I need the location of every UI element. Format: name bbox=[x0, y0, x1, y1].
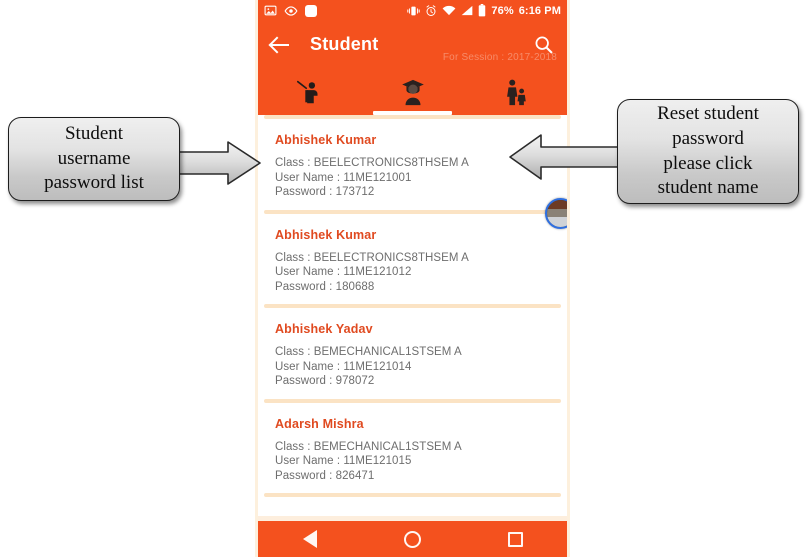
tab-student[interactable] bbox=[361, 68, 464, 115]
status-bar-right-icons: 76% 6:16 PM bbox=[407, 4, 561, 17]
right-callout-line-1: Reset student bbox=[657, 103, 759, 125]
student-password: Password : 978072 bbox=[275, 375, 375, 387]
student-name[interactable]: Abhishek Kumar bbox=[275, 228, 550, 242]
left-annotation-callout: Student username password list bbox=[8, 117, 180, 201]
status-bar: 76% 6:16 PM bbox=[258, 0, 567, 21]
student-name[interactable]: Adarsh Mishra bbox=[275, 417, 550, 431]
phone-screen: 76% 6:16 PM Student For Session : 2017-2… bbox=[255, 0, 570, 557]
nav-home-button[interactable] bbox=[392, 524, 434, 554]
student-password: Password : 180688 bbox=[275, 280, 375, 293]
right-callout-line-2: password bbox=[672, 127, 744, 149]
tab-teacher[interactable] bbox=[258, 68, 361, 115]
student-class: Class : BEMECHANICAL1STSEM A bbox=[275, 440, 462, 453]
tab-bar bbox=[258, 68, 567, 115]
recents-square-icon bbox=[508, 531, 523, 547]
parent-child-icon bbox=[506, 79, 526, 105]
clock: 6:16 PM bbox=[518, 4, 561, 17]
rounded-square-icon bbox=[305, 4, 317, 17]
left-callout-line-1: Student bbox=[64, 122, 124, 144]
right-pointing-arrow-icon bbox=[176, 141, 261, 185]
image-icon bbox=[264, 4, 277, 17]
nav-back-button[interactable] bbox=[289, 524, 331, 554]
wifi-icon bbox=[442, 5, 456, 16]
graduate-student-icon bbox=[401, 79, 424, 105]
table-row[interactable]: Abhishek Yadav Class : BEMECHANICAL1STSE… bbox=[258, 308, 567, 399]
student-username: User Name : 11ME121015 bbox=[275, 455, 412, 467]
search-icon[interactable] bbox=[533, 34, 554, 55]
back-triangle-icon bbox=[302, 530, 317, 548]
signal-icon bbox=[461, 5, 473, 16]
eye-icon bbox=[284, 5, 298, 16]
list-divider bbox=[264, 493, 561, 497]
tab-parent[interactable] bbox=[464, 68, 567, 115]
teacher-icon bbox=[296, 80, 317, 103]
screenshot-root: 76% 6:16 PM Student For Session : 2017-2… bbox=[0, 0, 806, 557]
battery-percent: 76% bbox=[491, 4, 514, 17]
student-password: Password : 826471 bbox=[275, 469, 375, 482]
nav-recents-button[interactable] bbox=[495, 524, 537, 554]
alarm-icon bbox=[425, 4, 437, 17]
right-annotation-callout: Reset student password please click stud… bbox=[617, 99, 799, 204]
student-name[interactable]: Abhishek Yadav bbox=[275, 322, 550, 336]
home-circle-icon bbox=[404, 530, 421, 548]
right-callout-line-4: student name bbox=[657, 177, 759, 199]
left-callout-line-3: password list bbox=[44, 172, 144, 194]
student-class: Class : BEMECHANICAL1STSEM A bbox=[275, 346, 462, 358]
table-row[interactable]: Adarsh Mishra Class : BEMECHANICAL1STSEM… bbox=[258, 403, 567, 494]
user-avatar-icon[interactable] bbox=[545, 198, 567, 229]
left-pointing-arrow-icon bbox=[509, 134, 623, 180]
left-callout-line-2: username bbox=[57, 147, 131, 169]
student-username: User Name : 11ME121012 bbox=[275, 266, 412, 278]
table-row[interactable]: Abhishek Kumar Class : BEELECTRONICS8THS… bbox=[258, 214, 567, 305]
vibrate-icon bbox=[407, 5, 421, 17]
student-class: Class : BEELECTRONICS8THSEM A bbox=[275, 251, 469, 264]
app-bar: Student For Session : 2017-2018 bbox=[258, 21, 567, 68]
student-username: User Name : 11ME121014 bbox=[275, 360, 412, 373]
back-arrow-icon[interactable] bbox=[269, 34, 291, 56]
student-password: Password : 173712 bbox=[275, 186, 375, 198]
battery-icon bbox=[478, 4, 486, 17]
right-callout-line-3: please click bbox=[663, 152, 753, 174]
page-title: Student bbox=[310, 34, 379, 54]
status-bar-left-icons bbox=[264, 4, 317, 17]
system-navigation-bar bbox=[258, 516, 567, 557]
